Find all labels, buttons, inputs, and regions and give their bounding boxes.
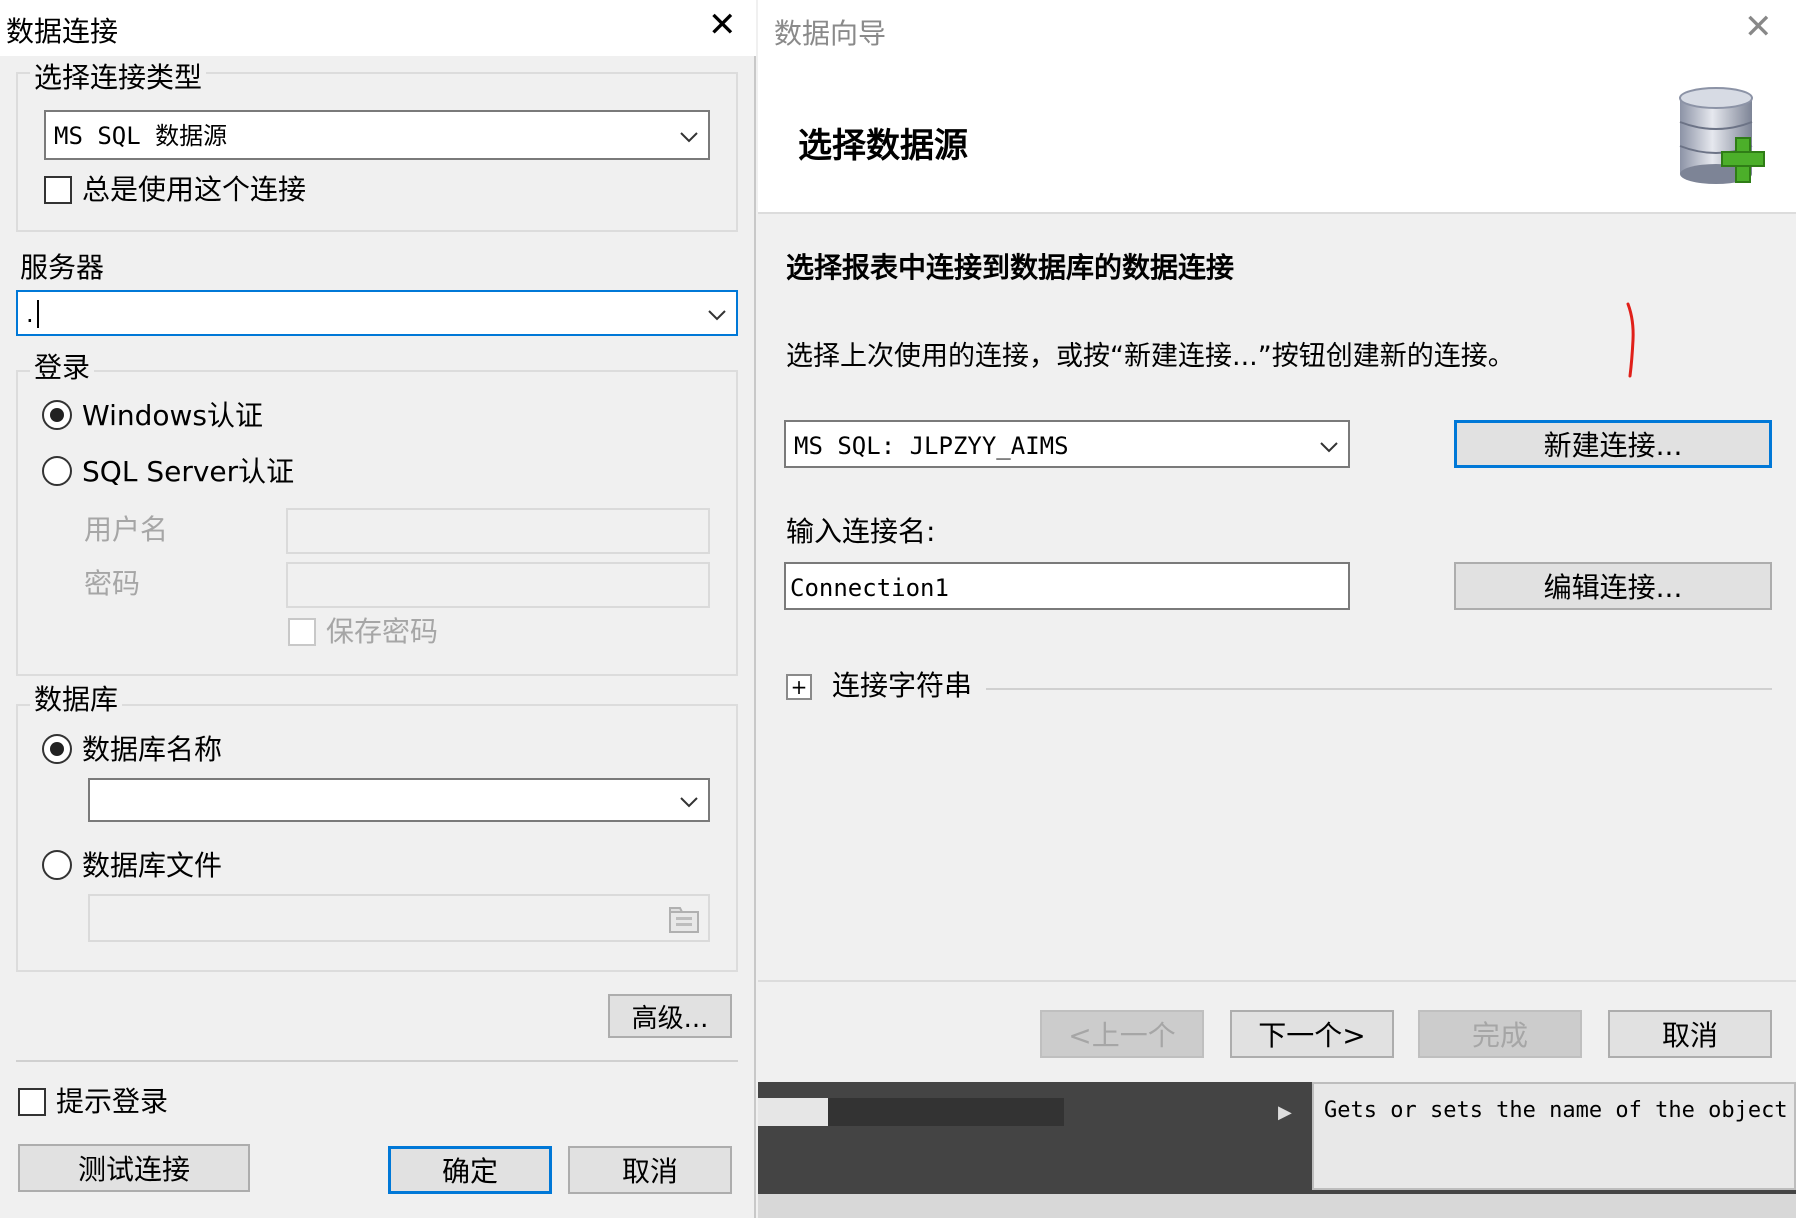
expand-plus-icon[interactable]: + — [786, 674, 812, 700]
username-label: 用户名 — [84, 513, 169, 546]
server-label: 服务器 — [20, 251, 105, 284]
right-dialog-title: 数据向导 — [774, 17, 887, 50]
text-caret — [37, 300, 39, 328]
save-password-checkbox[interactable] — [288, 618, 316, 646]
prompt-login-checkbox[interactable] — [18, 1088, 46, 1116]
description-text: Gets or sets the name of the object — [1324, 1098, 1788, 1123]
always-use-checkbox[interactable] — [44, 176, 72, 204]
connection-string-label: 连接字符串 — [832, 669, 973, 702]
database-file-radio[interactable] — [42, 850, 72, 880]
section-title: 选择报表中连接到数据库的数据连接 — [786, 251, 1235, 284]
test-connection-button[interactable]: 测试连接 — [18, 1144, 250, 1192]
chevron-down-icon — [680, 132, 698, 143]
windows-auth-radio[interactable] — [42, 400, 72, 430]
footer-divider — [758, 980, 1796, 982]
back-button[interactable]: <上一个 — [1040, 1010, 1204, 1058]
new-connection-button[interactable]: 新建连接... — [1454, 420, 1772, 468]
connection-type-select[interactable]: MS SQL 数据源 — [44, 110, 710, 160]
database-file-label: 数据库文件 — [82, 849, 223, 882]
save-password-label: 保存密码 — [326, 615, 439, 648]
left-cancel-button[interactable]: 取消 — [568, 1146, 732, 1194]
sql-auth-radio[interactable] — [42, 456, 72, 486]
data-connection-dialog: 数据连接 ✕ 选择连接类型 MS SQL 数据源 总是使用这个连接 服务器 . … — [0, 0, 756, 1218]
connection-select[interactable]: MS SQL: JLPZYY_AIMS — [784, 420, 1350, 468]
red-annotation-mark — [1626, 302, 1635, 378]
divider — [16, 1060, 738, 1062]
username-input[interactable] — [286, 508, 710, 554]
windows-auth-label: Windows认证 — [82, 399, 263, 432]
connection-string-divider — [986, 688, 1772, 690]
status-strip — [758, 1194, 1796, 1218]
chevron-down-icon — [1320, 442, 1338, 453]
ok-button[interactable]: 确定 — [388, 1146, 552, 1194]
advanced-button[interactable]: 高级... — [608, 994, 732, 1038]
prompt-login-label: 提示登录 — [56, 1085, 169, 1118]
password-input[interactable] — [286, 562, 710, 608]
wizard-header: 数据向导 ✕ 选择数据源 — [758, 0, 1796, 214]
database-add-icon — [1679, 87, 1765, 184]
password-label: 密码 — [84, 567, 141, 600]
database-name-radio[interactable] — [42, 734, 72, 764]
connection-name-input[interactable]: Connection1 — [784, 562, 1350, 610]
chevron-down-icon — [708, 310, 726, 321]
close-icon[interactable]: ✕ — [708, 8, 737, 42]
database-file-input[interactable] — [88, 894, 710, 942]
server-input[interactable]: . — [16, 290, 738, 336]
connection-type-value: MS SQL 数据源 — [54, 122, 228, 150]
connection-name-value: Connection1 — [790, 574, 949, 602]
description-panel: Gets or sets the name of the object — [1312, 1082, 1796, 1190]
sql-auth-label: SQL Server认证 — [82, 455, 295, 488]
scroll-right-icon[interactable]: ▶ — [1278, 1102, 1292, 1123]
finish-button[interactable]: 完成 — [1418, 1010, 1582, 1058]
login-legend: 登录 — [30, 352, 95, 384]
left-dialog-title: 数据连接 — [6, 15, 119, 48]
close-icon[interactable]: ✕ — [1744, 10, 1773, 44]
header-title: 选择数据源 — [798, 126, 968, 166]
connection-select-value: MS SQL: JLPZYY_AIMS — [794, 432, 1069, 460]
database-legend: 数据库 — [30, 684, 123, 716]
edit-connection-button[interactable]: 编辑连接... — [1454, 562, 1772, 610]
next-button[interactable]: 下一个> — [1230, 1010, 1394, 1058]
wizard-cancel-button[interactable]: 取消 — [1608, 1010, 1772, 1058]
left-titlebar: 数据连接 ✕ — [0, 0, 756, 56]
chevron-down-icon — [680, 797, 698, 808]
scrollbar-thumb[interactable] — [758, 1098, 828, 1126]
always-use-label: 总是使用这个连接 — [82, 173, 307, 206]
instructions-text: 选择上次使用的连接，或按“新建连接...”按钮创建新的连接。 — [786, 341, 1515, 372]
scrollbar-track[interactable] — [828, 1098, 1064, 1126]
folder-open-icon[interactable] — [668, 904, 702, 934]
connection-name-label: 输入连接名: — [786, 515, 936, 548]
database-name-label: 数据库名称 — [82, 733, 223, 766]
database-name-select[interactable] — [88, 778, 710, 822]
data-wizard-dialog: 数据向导 ✕ 选择数据源 选择报表中连接到数据库的数据连接 选择上次使用的连接，… — [758, 0, 1796, 1218]
connection-type-legend: 选择连接类型 — [30, 62, 207, 94]
server-value: . — [26, 300, 34, 328]
background-app-area: ▶ Gets or sets the name of the object — [758, 1082, 1796, 1218]
